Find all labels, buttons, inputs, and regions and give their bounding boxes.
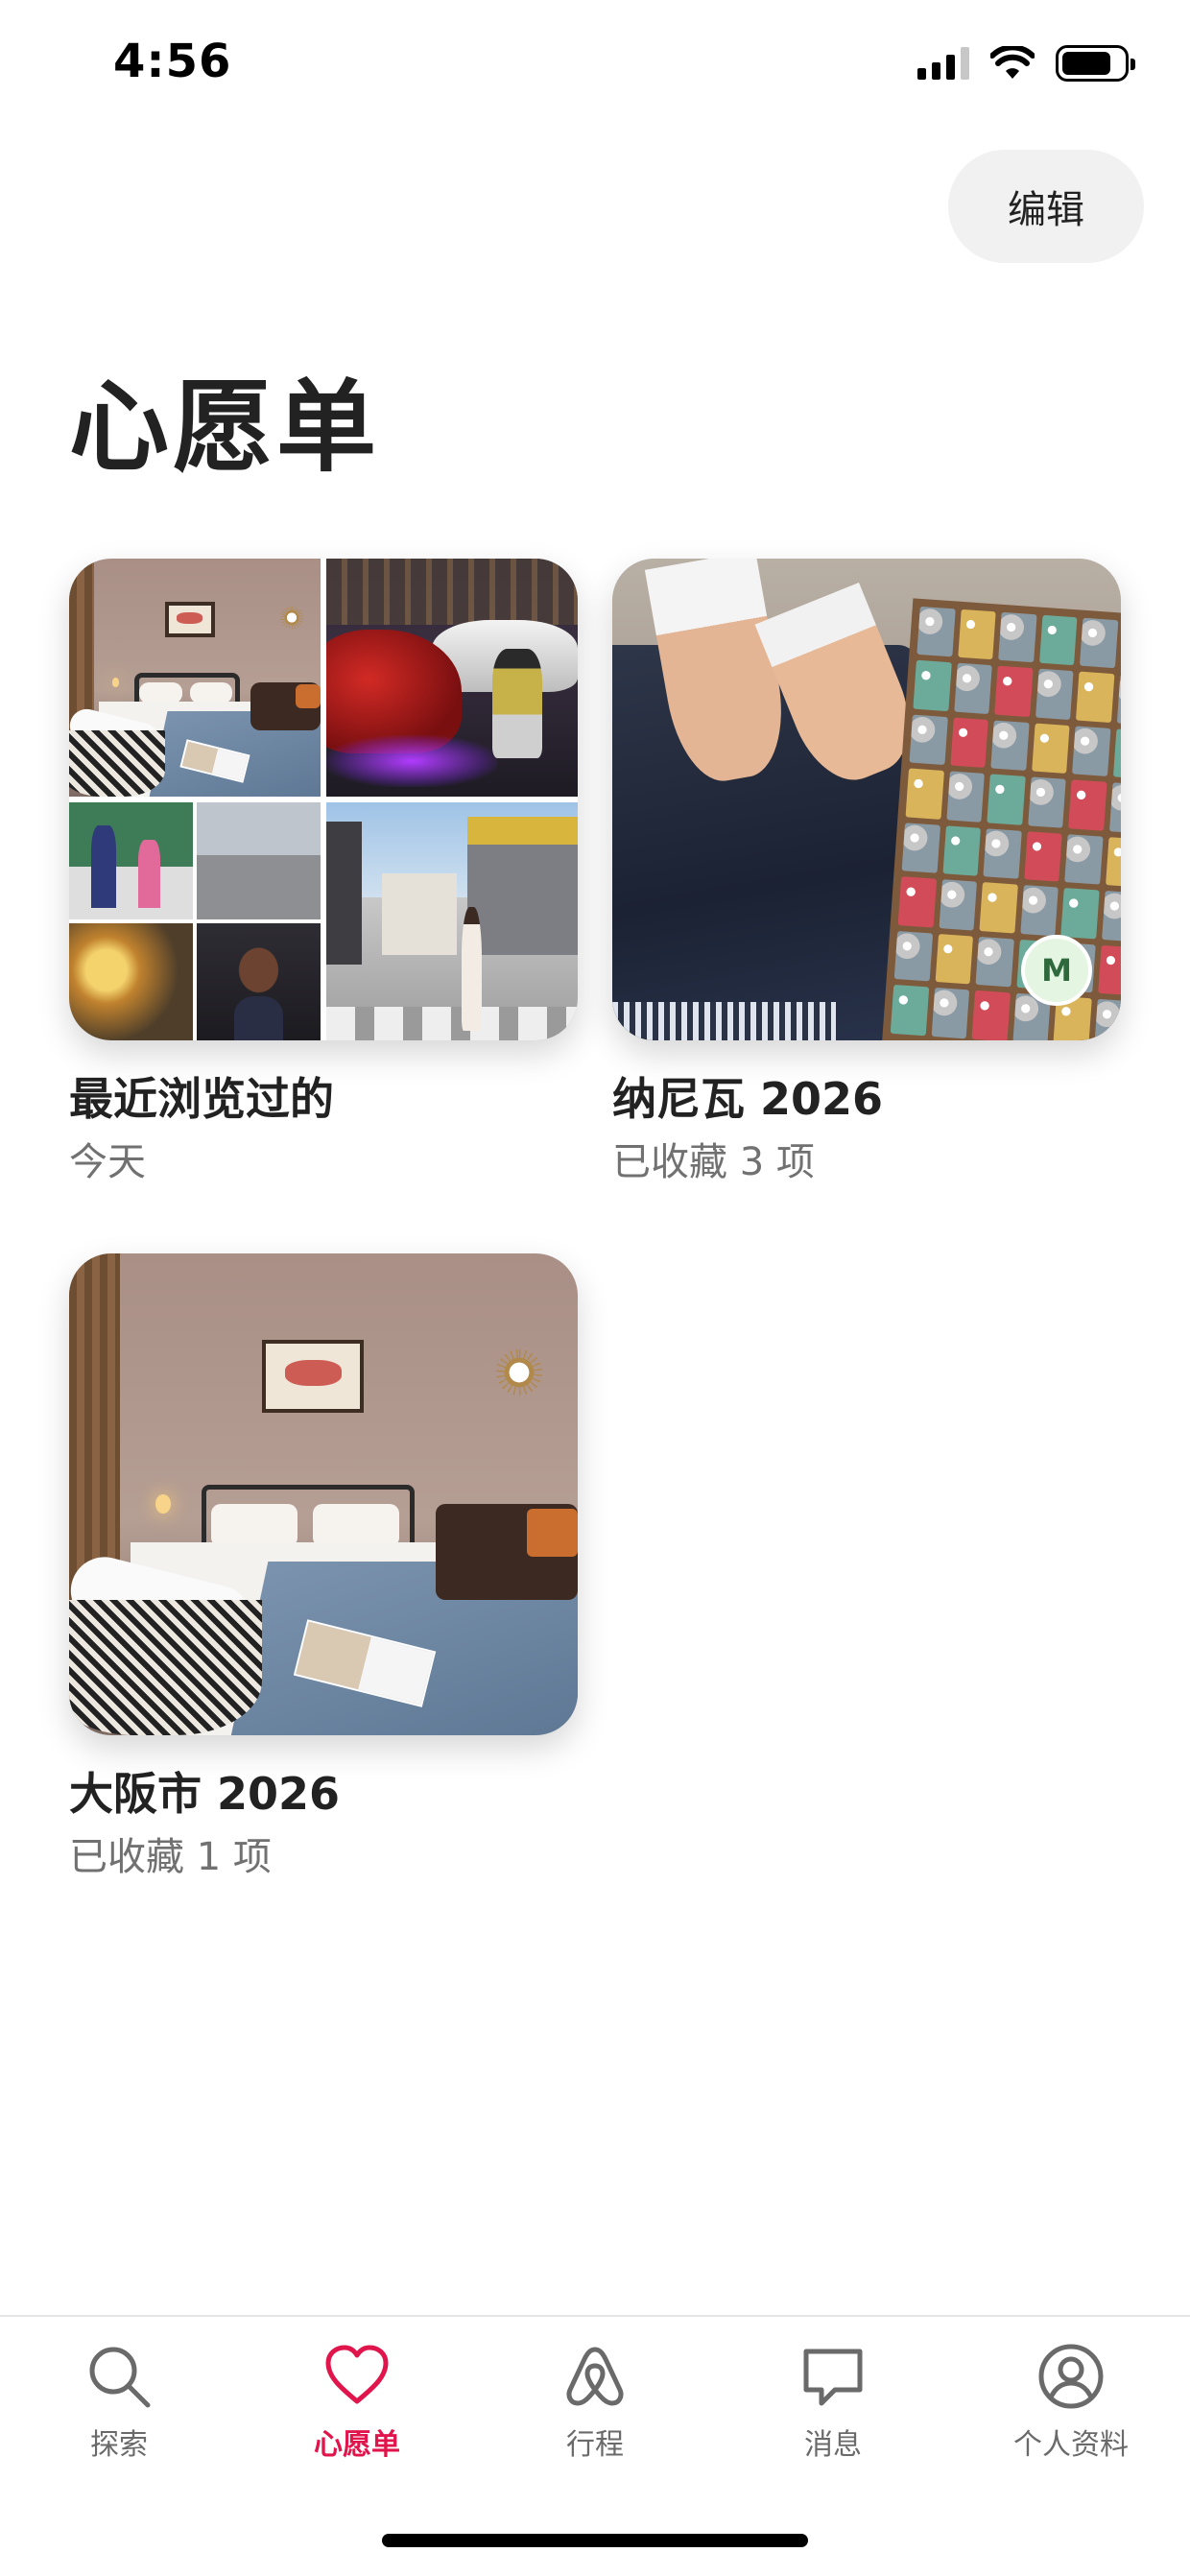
wifi-icon [990, 46, 1035, 79]
page-title: 心愿单 [69, 369, 381, 486]
wishlist-card-recently-viewed[interactable]: 最近浏览过的 今天 [69, 559, 578, 1185]
wishlist-subtitle: 已收藏 3 项 [612, 1140, 815, 1185]
wishlist-thumbnail[interactable]: M [612, 559, 1121, 1040]
search-icon [89, 2347, 151, 2408]
home-indicator[interactable] [382, 2534, 808, 2547]
tab-label: 消息 [804, 2428, 862, 2462]
battery-icon [1056, 45, 1135, 82]
wishlist-card-osaka-2026[interactable]: 大阪市 2026 已收藏 1 项 [69, 1253, 578, 1880]
tab-label: 行程 [566, 2428, 624, 2462]
status-icons [917, 42, 1135, 84]
status-bar: 4:56 [0, 0, 1190, 134]
collage-photo-hotel-room [69, 559, 321, 797]
collage-photo-street [197, 802, 321, 919]
wishlist-title: 最近浏览过的 [69, 1073, 334, 1125]
collage-photo-city-street [326, 802, 578, 1040]
tab-messages[interactable]: 消息 [737, 2342, 929, 2463]
tab-trips[interactable]: 行程 [499, 2342, 691, 2463]
collage-photo-portrait [197, 923, 321, 1040]
tab-label: 心愿单 [314, 2428, 400, 2462]
message-icon [803, 2349, 863, 2406]
wishlist-card-naniwa-2026[interactable]: M 纳尼瓦 2026 已收藏 3 项 [612, 559, 1121, 1185]
tab-explore[interactable]: 探索 [23, 2342, 215, 2463]
wishlist-title: 大阪市 2026 [69, 1768, 341, 1820]
cellular-signal-icon [917, 47, 969, 80]
wishlist-thumbnail-collage[interactable] [69, 559, 578, 1040]
wishlist-title: 纳尼瓦 2026 [612, 1073, 884, 1125]
status-time: 4:56 [113, 35, 232, 88]
wishlist-subtitle: 已收藏 1 项 [69, 1835, 272, 1880]
collage-photo-mini-grid [69, 802, 321, 1040]
collage-photo-temple [69, 923, 193, 1040]
tab-profile[interactable]: 个人资料 [975, 2342, 1167, 2463]
collaborator-avatar: M [1021, 935, 1092, 1006]
collage-photo-kimono [69, 802, 193, 919]
collage-photo-car-night [326, 559, 578, 797]
wishlist-photo-hotel-room [69, 1253, 578, 1735]
tab-label: 探索 [90, 2428, 148, 2462]
heart-icon [325, 2345, 389, 2404]
tab-label: 个人资料 [1013, 2428, 1129, 2462]
profile-icon [1038, 2344, 1104, 2409]
edit-button[interactable]: 编辑 [948, 150, 1144, 263]
tab-wishlists[interactable]: 心愿单 [261, 2342, 453, 2463]
airbnb-logo-icon [566, 2347, 624, 2406]
wishlist-thumbnail[interactable] [69, 1253, 578, 1735]
wishlist-subtitle: 今天 [69, 1140, 146, 1185]
